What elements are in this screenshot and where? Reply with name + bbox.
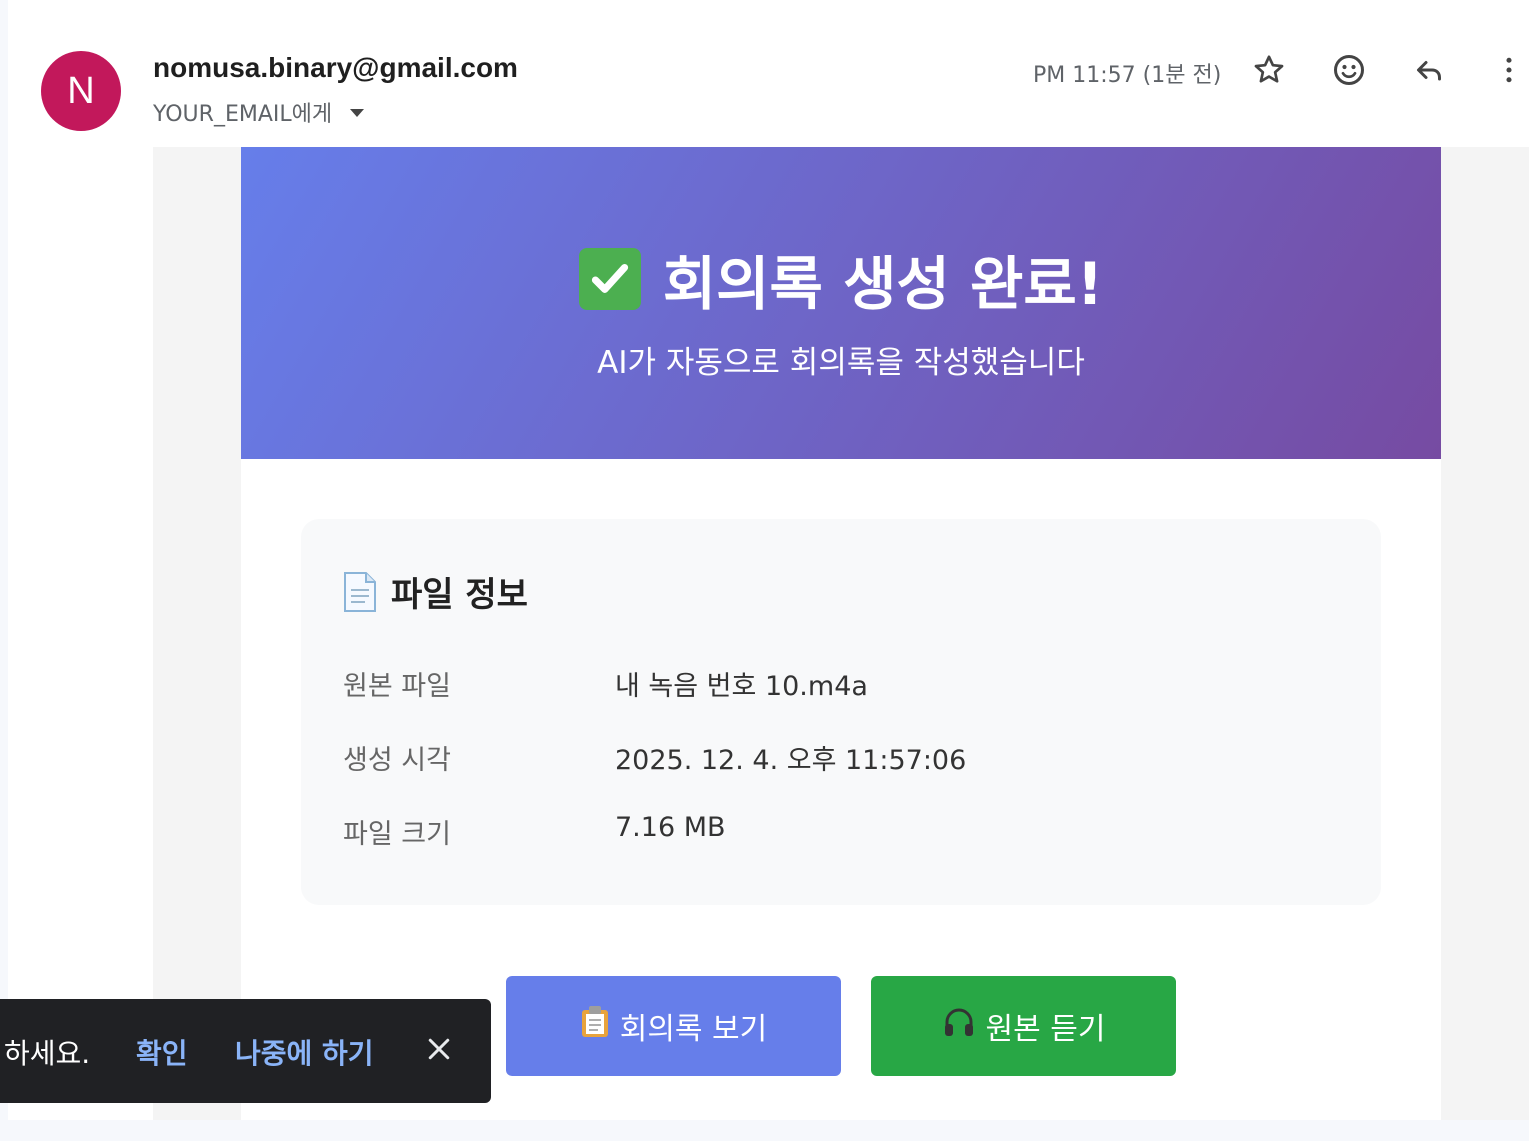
- info-label: 생성 시각: [343, 745, 451, 776]
- toast-later-button[interactable]: 나중에 하기: [235, 1032, 374, 1072]
- info-label: 원본 파일: [343, 671, 451, 702]
- info-row-file-size: 파일 크기 7.16 MB: [343, 812, 726, 851]
- reply-icon[interactable]: [1411, 52, 1447, 88]
- info-row-original-file: 원본 파일 내 녹음 번호 10.m4a: [343, 664, 868, 703]
- snackbar-toast: 하세요. 확인 나중에 하기: [0, 999, 491, 1103]
- message-time: PM 11:57 (1분 전): [1033, 63, 1222, 88]
- email-card: 회의록 생성 완료! AI가 자동으로 회의록을 작성했습니다 파일 정보 원본…: [241, 147, 1441, 1120]
- file-info-title: 파일 정보: [343, 567, 528, 616]
- document-icon: [343, 571, 377, 613]
- close-icon[interactable]: [424, 1034, 454, 1064]
- view-minutes-label: 회의록 보기: [619, 1012, 768, 1047]
- clipboard-icon: [580, 1005, 610, 1047]
- toast-confirm-button[interactable]: 확인: [136, 1032, 188, 1072]
- star-icon[interactable]: [1251, 52, 1287, 88]
- listen-original-button[interactable]: 원본 듣기: [871, 976, 1176, 1076]
- info-label: 파일 크기: [343, 819, 451, 850]
- recipient-line[interactable]: YOUR_EMAIL에게: [153, 96, 365, 128]
- headphones-icon: [942, 1005, 976, 1047]
- file-info-heading: 파일 정보: [391, 575, 528, 615]
- bottom-gutter: [0, 1120, 1529, 1141]
- hero-subtitle: AI가 자동으로 회의록을 작성했습니다: [597, 345, 1085, 381]
- hero-title-text: 회의록 생성 완료!: [662, 250, 1104, 318]
- recipient-label: YOUR_EMAIL에게: [153, 102, 333, 127]
- hero-banner: 회의록 생성 완료! AI가 자동으로 회의록을 작성했습니다: [241, 147, 1441, 459]
- check-icon: [578, 248, 641, 310]
- info-value: 내 녹음 번호 10.m4a: [615, 671, 868, 702]
- info-row-created-time: 생성 시각 2025. 12. 4. 오후 11:57:06: [343, 738, 966, 777]
- chevron-down-icon[interactable]: [350, 109, 365, 117]
- info-value: 2025. 12. 4. 오후 11:57:06: [615, 745, 967, 776]
- hero-title: 회의록 생성 완료!: [241, 237, 1441, 321]
- view-minutes-button[interactable]: 회의록 보기: [506, 976, 841, 1076]
- emoji-icon[interactable]: [1331, 52, 1367, 88]
- listen-original-label: 원본 듣기: [985, 1012, 1106, 1047]
- sender-email[interactable]: nomusa.binary@gmail.com: [153, 52, 518, 84]
- more-vert-icon[interactable]: [1491, 52, 1527, 88]
- toast-message: 하세요.: [4, 1037, 91, 1070]
- info-value: 7.16 MB: [615, 812, 726, 843]
- sender-avatar[interactable]: N: [41, 51, 121, 131]
- left-gutter: [0, 0, 8, 1141]
- file-info-box: 파일 정보 원본 파일 내 녹음 번호 10.m4a 생성 시각 2025. 1…: [301, 519, 1381, 905]
